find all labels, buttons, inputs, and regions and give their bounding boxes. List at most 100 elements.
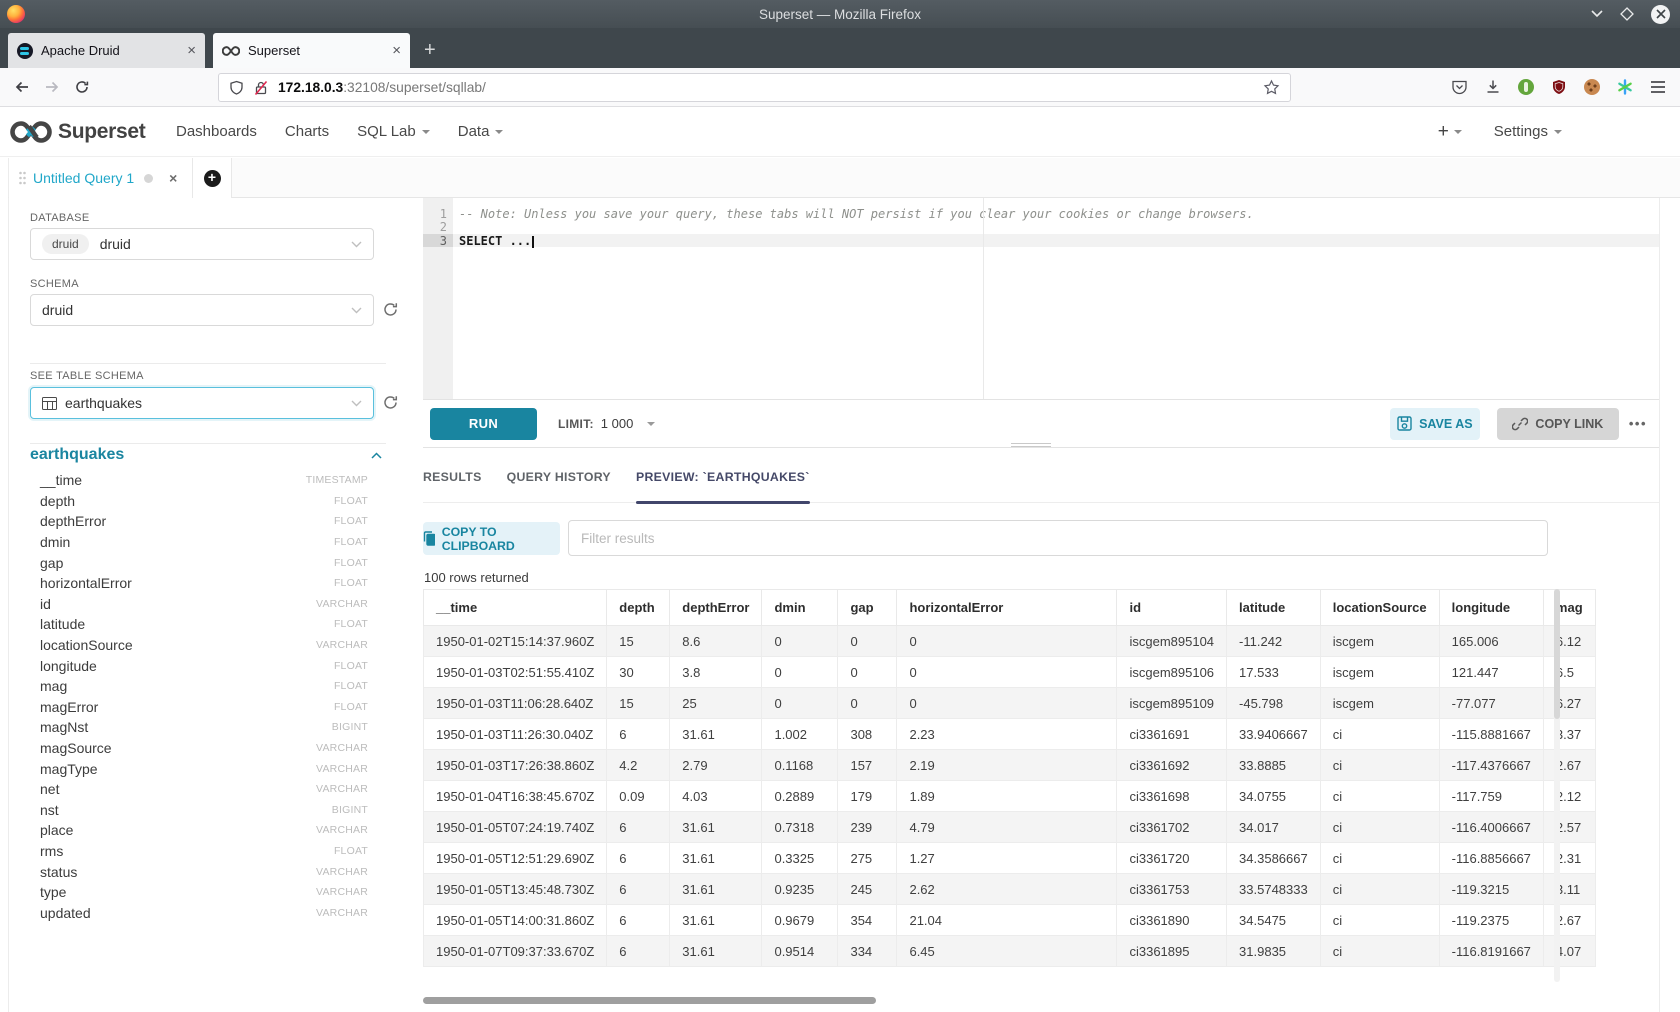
url-bar[interactable]: 172.18.0.3:32108/superset/sqllab/ — [218, 73, 1291, 102]
schema-column-row[interactable]: depthErrorFLOAT — [30, 511, 392, 532]
tab-close-icon[interactable]: × — [392, 43, 401, 58]
schema-column-row[interactable]: depthFLOAT — [30, 491, 392, 512]
window-close-icon[interactable] — [1651, 5, 1670, 24]
table-header-cell[interactable]: dmin — [762, 590, 838, 626]
schema-column-row[interactable]: gapFLOAT — [30, 552, 392, 573]
download-icon[interactable] — [1485, 79, 1501, 95]
schema-column-row[interactable]: netVARCHAR — [30, 779, 392, 800]
schema-column-row[interactable]: magErrorFLOAT — [30, 697, 392, 718]
column-name: rms — [40, 843, 63, 859]
extension-green-icon[interactable] — [1518, 79, 1534, 95]
table-header-cell[interactable]: horizontalError — [897, 590, 1117, 626]
refresh-schema-icon[interactable] — [382, 301, 400, 319]
save-as-button[interactable]: SAVE AS — [1390, 408, 1480, 440]
browser-tab-apache-druid[interactable]: Apache Druid × — [8, 33, 205, 68]
ublock-shield-icon[interactable] — [1551, 79, 1567, 95]
window-minimize-icon[interactable] — [1591, 10, 1603, 18]
cookie-extension-icon[interactable] — [1584, 79, 1600, 95]
database-select[interactable]: druid druid — [30, 228, 374, 260]
table-header-cell[interactable]: longitude — [1439, 590, 1543, 626]
schema-column-row[interactable]: __timeTIMESTAMP — [30, 470, 392, 491]
table-cell: 31.61 — [670, 905, 762, 936]
table-header-cell[interactable]: depthError — [670, 590, 762, 626]
tab-query-history[interactable]: QUERY HISTORY — [507, 448, 611, 502]
superset-infinity-icon — [10, 120, 52, 144]
table-cell: ci3361890 — [1117, 905, 1227, 936]
schema-column-row[interactable]: placeVARCHAR — [30, 820, 392, 841]
run-button[interactable]: RUN — [430, 408, 537, 440]
sql-editor[interactable]: 123 -- Note: Unless you save your query,… — [423, 198, 1659, 399]
new-tab-button[interactable]: + — [424, 40, 436, 60]
schema-column-row[interactable]: updatedVARCHAR — [30, 902, 392, 923]
schema-column-row[interactable]: dminFLOAT — [30, 532, 392, 553]
copy-link-button[interactable]: COPY LINK — [1497, 408, 1619, 440]
table-header-cell[interactable]: __time — [424, 590, 607, 626]
pocket-icon[interactable] — [1451, 79, 1468, 95]
limit-label: LIMIT: — [558, 417, 594, 431]
superset-logo[interactable]: Superset — [10, 120, 148, 144]
column-type: VARCHAR — [316, 907, 368, 919]
table-cell: 0.9514 — [762, 936, 838, 967]
back-icon[interactable] — [14, 79, 30, 95]
table-header-cell[interactable]: mag — [1543, 590, 1595, 626]
schema-column-row[interactable]: magNstBIGINT — [30, 717, 392, 738]
hamburger-menu-icon[interactable] — [1650, 80, 1666, 94]
table-header-cell[interactable]: locationSource — [1320, 590, 1439, 626]
schema-column-row[interactable]: nstBIGINT — [30, 800, 392, 821]
table-cell: 1950-01-04T16:38:45.670Z — [424, 781, 607, 812]
table-header-cell[interactable]: depth — [607, 590, 670, 626]
settings-menu[interactable]: Settings — [1494, 123, 1562, 140]
nav-charts[interactable]: Charts — [285, 123, 329, 140]
tab-preview-earthquakes[interactable]: PREVIEW: `EARTHQUAKES` — [636, 448, 810, 502]
insecure-lock-icon[interactable] — [253, 80, 269, 96]
browser-tab-label: Apache Druid — [41, 43, 187, 58]
bookmark-star-icon[interactable] — [1263, 79, 1280, 96]
table-cell: 6.45 — [897, 936, 1117, 967]
shield-icon[interactable] — [229, 80, 244, 96]
nav-dashboards[interactable]: Dashboards — [176, 123, 257, 140]
table-header-cell[interactable]: gap — [838, 590, 897, 626]
table-row: 1950-01-05T14:00:31.860Z631.610.96793542… — [424, 905, 1596, 936]
nav-sql-lab[interactable]: SQL Lab — [357, 123, 430, 140]
add-query-tab-button[interactable]: + — [193, 158, 232, 198]
table-header-cell[interactable]: id — [1117, 590, 1227, 626]
query-tab-untitled[interactable]: Untitled Query 1 × — [9, 158, 193, 198]
browser-tab-superset[interactable]: Superset × — [213, 33, 410, 68]
reload-icon[interactable] — [74, 79, 90, 95]
table-vertical-scrollbar[interactable] — [1554, 589, 1560, 982]
filter-results-input[interactable] — [568, 520, 1548, 556]
schema-column-row[interactable]: locationSourceVARCHAR — [30, 635, 392, 656]
tab-close-icon[interactable]: × — [187, 43, 196, 58]
nav-data[interactable]: Data — [458, 123, 504, 140]
table-cell: 30 — [607, 657, 670, 688]
schema-column-row[interactable]: idVARCHAR — [30, 594, 392, 615]
new-item-button[interactable]: + — [1438, 121, 1462, 143]
more-options-icon[interactable]: ••• — [1629, 416, 1647, 431]
table-schema-header[interactable]: earthquakes — [30, 446, 390, 464]
table-header-cell[interactable]: latitude — [1227, 590, 1321, 626]
schema-column-row[interactable]: statusVARCHAR — [30, 861, 392, 882]
schema-column-row[interactable]: horizontalErrorFLOAT — [30, 573, 392, 594]
editor-code[interactable]: -- Note: Unless you save your query, the… — [453, 198, 1659, 399]
schema-column-row[interactable]: latitudeFLOAT — [30, 614, 392, 635]
schema-column-row[interactable]: magTypeVARCHAR — [30, 758, 392, 779]
window-maximize-icon[interactable] — [1620, 7, 1634, 21]
tab-results[interactable]: RESULTS — [423, 448, 482, 502]
refresh-table-icon[interactable] — [382, 394, 400, 412]
chevron-up-icon[interactable] — [371, 452, 382, 459]
table-horizontal-scrollbar[interactable] — [423, 997, 1550, 1004]
forward-icon[interactable] — [44, 79, 60, 95]
schema-select[interactable]: druid — [30, 294, 374, 326]
extension-asterisk-icon[interactable] — [1617, 79, 1633, 95]
table-schema-select[interactable]: earthquakes — [30, 387, 374, 419]
limit-dropdown[interactable]: LIMIT: 1 000 — [558, 416, 655, 431]
schema-column-row[interactable]: magSourceVARCHAR — [30, 738, 392, 759]
column-name: __time — [40, 472, 82, 488]
query-tab-title: Untitled Query 1 — [33, 170, 134, 186]
schema-column-row[interactable]: typeVARCHAR — [30, 882, 392, 903]
schema-column-row[interactable]: longitudeFLOAT — [30, 655, 392, 676]
copy-to-clipboard-button[interactable]: COPY TO CLIPBOARD — [423, 522, 560, 555]
schema-column-row[interactable]: rmsFLOAT — [30, 841, 392, 862]
schema-column-row[interactable]: magFLOAT — [30, 676, 392, 697]
query-tab-close-icon[interactable]: × — [169, 170, 177, 186]
